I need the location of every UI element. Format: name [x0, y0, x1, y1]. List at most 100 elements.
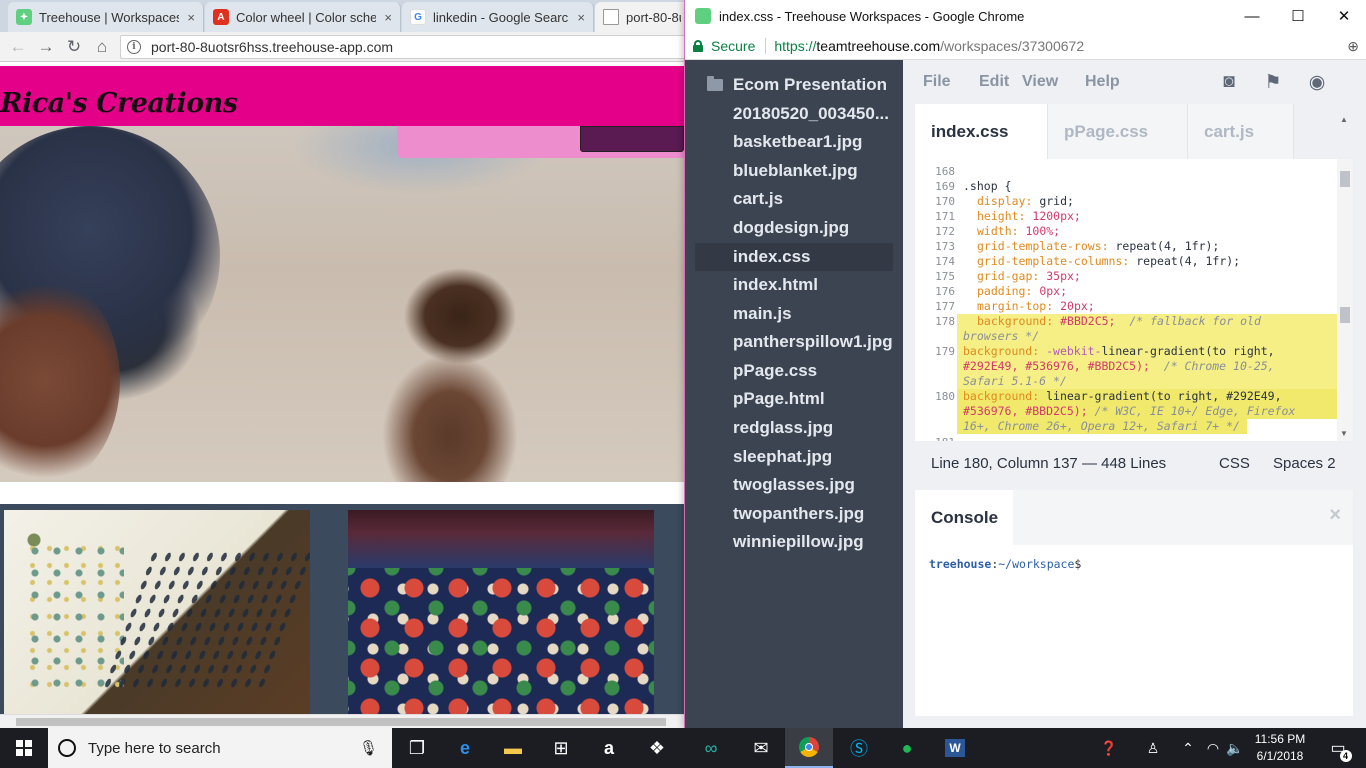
file-item[interactable]: index.html: [733, 271, 895, 299]
scroll-up-icon[interactable]: ▲: [1340, 115, 1348, 124]
product-image-blanket[interactable]: [4, 510, 310, 714]
file-item[interactable]: winniepillow.jpg: [733, 528, 895, 556]
back-arrow-icon[interactable]: ←: [8, 37, 28, 57]
volume-icon[interactable]: 🔈: [1224, 728, 1246, 768]
tab-close-icon[interactable]: ×: [577, 10, 585, 25]
editor-tab-ppage-css[interactable]: pPage.css: [1048, 104, 1188, 159]
minimize-button[interactable]: —: [1229, 0, 1275, 32]
tray-chevron-icon[interactable]: ⌃: [1176, 728, 1200, 768]
editor-tab-cart-js[interactable]: cart.js: [1188, 104, 1294, 159]
scrollbar-thumb[interactable]: [16, 718, 666, 726]
help-icon[interactable]: ❓: [1096, 728, 1122, 768]
taskbar-search[interactable]: Type here to search 🎙: [48, 728, 392, 768]
css-property: display:: [977, 194, 1033, 208]
code-line: 169 .shop {: [915, 179, 1337, 194]
tab-port-80[interactable]: port-80-8uc: [595, 2, 690, 32]
code-line: 176 padding: 0px;: [915, 284, 1337, 299]
file-item[interactable]: pPage.css: [733, 357, 895, 385]
file-item[interactable]: pPage.html: [733, 385, 895, 413]
file-item[interactable]: twopanthers.jpg: [733, 500, 895, 528]
css-value: linear-gradient(to right,: [1101, 344, 1275, 358]
close-button[interactable]: ✕: [1321, 0, 1366, 32]
home-icon[interactable]: ⌂: [92, 37, 112, 57]
close-icon[interactable]: ×: [1329, 504, 1341, 527]
scroll-down-icon[interactable]: ▼: [1340, 429, 1348, 438]
spotify-icon[interactable]: ●: [883, 728, 931, 768]
scrollbar-thumb[interactable]: [1340, 171, 1350, 187]
mail-icon[interactable]: ✉: [737, 728, 785, 768]
indent-setting[interactable]: Spaces 2: [1273, 455, 1336, 472]
tab-treehouse-workspaces[interactable]: ✦ Treehouse | Workspaces ×: [8, 2, 204, 32]
action-center-icon[interactable]: ▭ 4: [1318, 736, 1358, 762]
tab-linkedin-search[interactable]: G linkedin - Google Search ×: [402, 2, 594, 32]
code-editor: index.css pPage.css cart.js 168 169 .shop…: [915, 104, 1353, 486]
file-item-active[interactable]: index.css: [695, 243, 893, 271]
terminal-prompt[interactable]: treehouse:~/workspace$: [929, 557, 1081, 571]
address-bar[interactable]: i port-80-8uotsr6hss.treehouse-app.com: [120, 35, 720, 59]
edge-icon[interactable]: e: [441, 728, 489, 768]
microphone-icon[interactable]: 🎙: [359, 739, 378, 757]
css-value: linear-gradient(to right, #292E49,: [1039, 389, 1282, 403]
info-icon[interactable]: i: [127, 40, 141, 54]
product-image-pillow[interactable]: [348, 568, 654, 714]
tab-close-icon[interactable]: ×: [384, 10, 392, 25]
maximize-button[interactable]: ☐: [1275, 0, 1321, 32]
code-line: 173 grid-template-rows: repeat(4, 1fr);: [915, 239, 1337, 254]
nav-button[interactable]: [580, 126, 684, 152]
arduino-icon[interactable]: ∞: [687, 728, 735, 768]
css-value: repeat(4, 1fr);: [1108, 239, 1220, 253]
share-icon[interactable]: ⚑: [1261, 70, 1285, 94]
css-comment: Safari 5.1-6 */: [963, 374, 1067, 388]
menu-view[interactable]: View: [1022, 73, 1058, 91]
task-view-icon[interactable]: ❐: [393, 728, 441, 768]
code-line: 175 grid-gap: 35px;: [915, 269, 1337, 284]
camera-icon[interactable]: ◙: [1217, 70, 1241, 94]
editor-status-bar: Line 180, Column 137 — 448 Lines CSS Spa…: [915, 441, 1353, 486]
menu-edit[interactable]: Edit: [979, 73, 1009, 91]
window-titlebar[interactable]: index.css - Treehouse Workspaces - Googl…: [685, 0, 1366, 32]
file-item[interactable]: 20180520_003450...: [733, 100, 895, 128]
amazon-icon[interactable]: a: [585, 728, 633, 768]
code-text-area[interactable]: 168 169 .shop { 170 display: grid; 171 heig…: [915, 159, 1337, 441]
editor-tabs: index.css pPage.css cart.js: [915, 104, 1353, 159]
console-tab[interactable]: Console: [915, 490, 1013, 545]
file-item[interactable]: redglass.jpg: [733, 414, 895, 442]
site-logo[interactable]: Rica's Creations: [0, 88, 238, 119]
horizontal-scrollbar[interactable]: [0, 714, 684, 728]
editor-scrollbar[interactable]: ▲ ▼: [1337, 115, 1353, 441]
people-icon[interactable]: ♙: [1140, 728, 1166, 768]
zoom-icon[interactable]: ⊕: [1347, 38, 1359, 55]
dropbox-icon[interactable]: ❖: [633, 728, 681, 768]
line-number: 173: [935, 240, 955, 253]
start-button[interactable]: [0, 728, 48, 768]
file-item[interactable]: cart.js: [733, 185, 895, 213]
file-item[interactable]: pantherspillow1.jpg: [733, 328, 895, 356]
chrome-icon[interactable]: [785, 728, 833, 768]
skype-icon[interactable]: Ⓢ: [835, 728, 883, 768]
file-item[interactable]: basketbear1.jpg: [733, 128, 895, 156]
cortana-icon: [58, 739, 76, 757]
file-item[interactable]: main.js: [733, 300, 895, 328]
menu-file[interactable]: File: [923, 73, 951, 91]
scrollbar-thumb[interactable]: [1340, 307, 1350, 323]
forward-arrow-icon[interactable]: →: [36, 37, 56, 57]
css-property: grid-template-rows:: [977, 239, 1109, 253]
store-icon[interactable]: ⊞: [537, 728, 585, 768]
reload-icon[interactable]: ↻: [64, 37, 84, 57]
file-item[interactable]: blueblanket.jpg: [733, 157, 895, 185]
language-mode[interactable]: CSS: [1219, 455, 1250, 472]
system-clock[interactable]: 11:56 PM 6/1/2018: [1248, 731, 1312, 765]
editor-tab-index-css[interactable]: index.css: [915, 104, 1048, 159]
file-item[interactable]: twoglasses.jpg: [733, 471, 895, 499]
preview-eye-icon[interactable]: ◉: [1305, 70, 1329, 94]
address-bar[interactable]: Secure https://teamtreehouse.com/workspa…: [685, 32, 1366, 60]
menu-help[interactable]: Help: [1085, 73, 1120, 91]
word-icon[interactable]: W: [931, 728, 979, 768]
file-explorer-icon[interactable]: ▬: [489, 728, 537, 768]
wifi-icon[interactable]: ◠: [1202, 728, 1224, 768]
tab-color-wheel[interactable]: A Color wheel | Color schem ×: [205, 2, 401, 32]
tab-close-icon[interactable]: ×: [187, 10, 195, 25]
file-item[interactable]: sleephat.jpg: [733, 443, 895, 471]
project-folder[interactable]: Ecom Presentation: [733, 71, 895, 99]
file-item[interactable]: dogdesign.jpg: [733, 214, 895, 242]
